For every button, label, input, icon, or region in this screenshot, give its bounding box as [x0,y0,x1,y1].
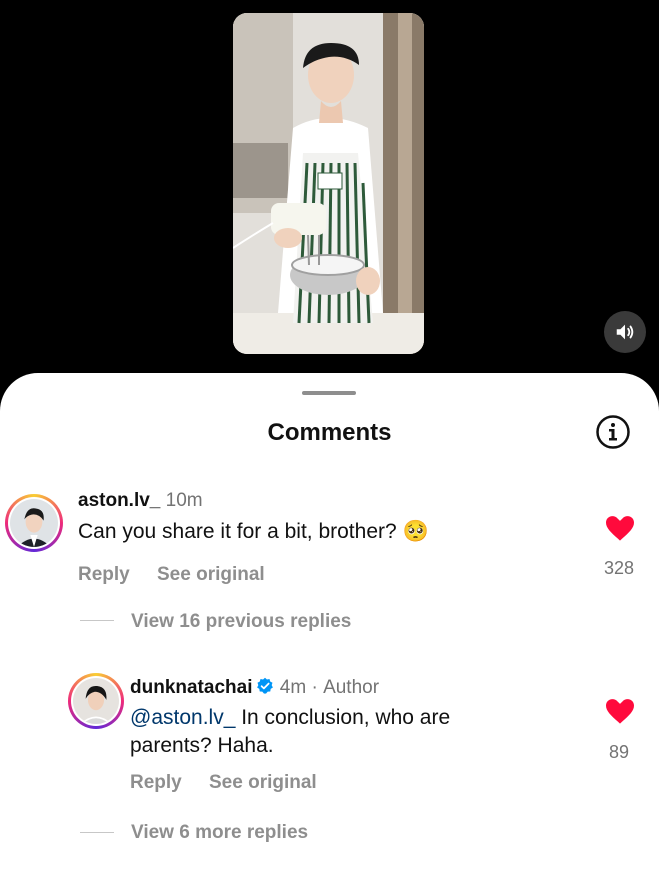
reply-button[interactable]: Reply [130,772,182,794]
pleading-face-emoji: 🥺 [402,520,429,543]
speaker-icon [616,324,634,340]
like-count: 328 [603,558,635,578]
comment-username[interactable]: aston.lv_ 10m [78,490,203,512]
comment-body: parents? Haha. [130,734,274,757]
view-previous-replies[interactable]: View 16 previous replies [131,611,351,633]
comment-username[interactable]: dunknatachai 4m · Author [130,677,379,699]
info-icon[interactable] [595,414,631,450]
meta-separator: · [311,677,318,698]
avatar[interactable] [5,494,63,552]
username-text[interactable]: dunknatachai [130,677,252,698]
verified-badge-icon [257,677,274,694]
video-area [0,0,659,400]
video-thumbnail [233,13,424,354]
see-original-button[interactable]: See original [157,564,265,586]
comment-text: Can you share it for a bit, brother? 🥺 [78,518,429,546]
username-text[interactable]: aston.lv_ [78,490,160,511]
video-player[interactable] [233,13,424,354]
reply-button[interactable]: Reply [78,564,130,586]
profile-photo [73,678,119,724]
comments-sheet: Comments aston.lv_ 10m Can you share it … [0,373,659,893]
replies-divider [80,620,114,621]
comment-body: In conclusion, who are [235,706,451,729]
comment-time: 10m [165,490,203,511]
comment-time: 4m [279,677,307,698]
avatar[interactable] [68,673,124,729]
heart-icon[interactable] [606,516,634,542]
profile-photo [10,499,58,547]
replies-divider [80,832,114,833]
like-count: 89 [608,742,630,762]
sheet-grabber[interactable] [302,391,356,395]
mute-button[interactable] [604,311,646,353]
mention-link[interactable]: @aston.lv_ [130,706,235,729]
see-original-button[interactable]: See original [209,772,317,794]
author-badge: Author [323,677,380,698]
heart-icon[interactable] [606,699,634,725]
comment-body: Can you share it for a bit, brother? [78,520,397,543]
comment-text: @aston.lv_ In conclusion, who are parent… [130,704,450,760]
sheet-title: Comments [267,419,392,446]
view-more-replies[interactable]: View 6 more replies [131,822,308,844]
